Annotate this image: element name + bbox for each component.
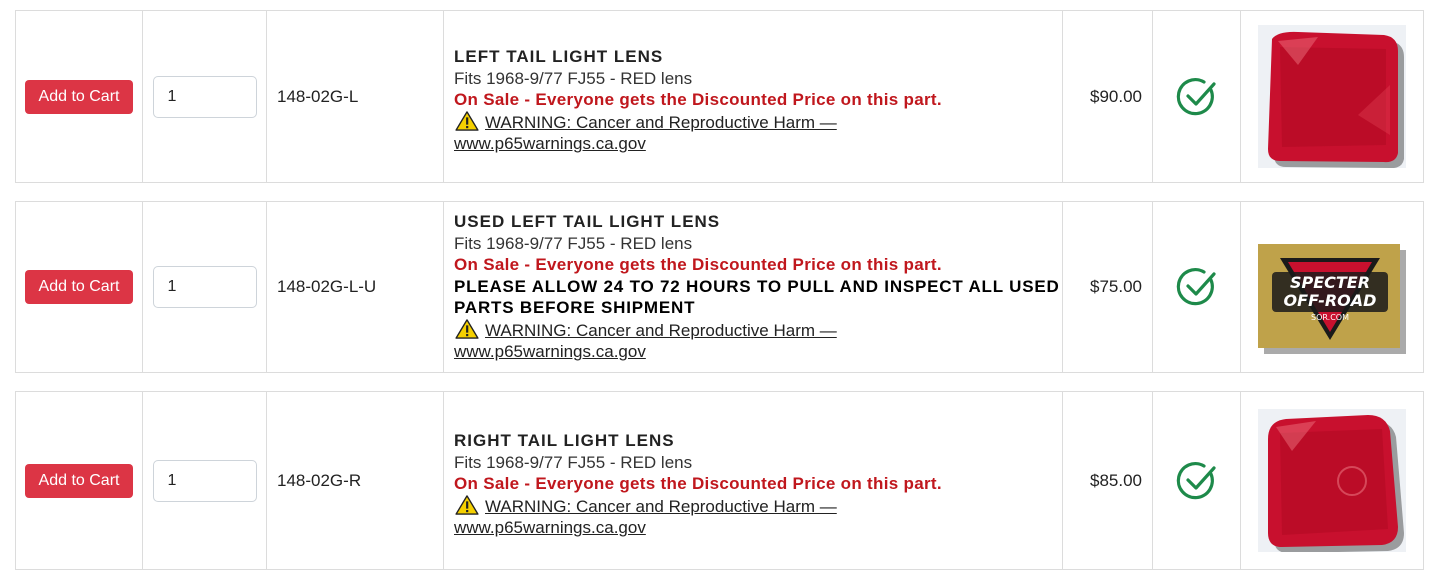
warning-icon bbox=[455, 110, 479, 131]
fitment-text: Fits 1968-9/77 FJ55 - RED lens bbox=[454, 233, 693, 253]
price: $90.00 bbox=[1090, 86, 1142, 106]
product-title: LEFT TAIL LIGHT LENS bbox=[454, 47, 664, 67]
warning-icon bbox=[455, 494, 479, 515]
image-cell bbox=[1241, 392, 1423, 569]
price-cell: $75.00 bbox=[1063, 202, 1153, 372]
sale-text: On Sale - Everyone gets the Discounted P… bbox=[454, 474, 942, 494]
used-parts-notice: PLEASE ALLOW 24 TO 72 HOURS TO PULL AND … bbox=[454, 276, 1060, 318]
part-number: 148-02G-R bbox=[277, 470, 362, 490]
product-image[interactable] bbox=[1258, 409, 1406, 552]
add-to-cart-button[interactable]: Add to Cart bbox=[25, 79, 133, 114]
add-cell: Add to Cart bbox=[16, 202, 143, 372]
sale-text: On Sale - Everyone gets the Discounted P… bbox=[454, 255, 942, 275]
add-cell: Add to Cart bbox=[16, 392, 143, 569]
add-cell: Add to Cart bbox=[16, 11, 143, 182]
warning-url: www.p65warnings.ca.gov bbox=[454, 518, 646, 538]
image-cell: SPECTER OFF-ROAD SOR.COM bbox=[1241, 202, 1423, 372]
check-circle-icon bbox=[1176, 77, 1216, 115]
stock-cell bbox=[1153, 202, 1241, 372]
description-cell: RIGHT TAIL LIGHT LENS Fits 1968-9/77 FJ5… bbox=[444, 392, 1063, 569]
product-image[interactable] bbox=[1258, 25, 1406, 168]
qty-cell bbox=[143, 392, 267, 569]
product-image-placeholder-logo[interactable]: SPECTER OFF-ROAD SOR.COM bbox=[1258, 215, 1406, 359]
product-title: USED LEFT TAIL LIGHT LENS bbox=[454, 212, 721, 232]
warning-text: WARNING: Cancer and Reproductive Harm — bbox=[485, 320, 837, 340]
check-circle-icon bbox=[1176, 268, 1216, 306]
part-number: 148-02G-L-U bbox=[277, 277, 377, 296]
image-cell bbox=[1241, 11, 1423, 182]
warning-icon bbox=[455, 318, 479, 339]
price: $85.00 bbox=[1090, 470, 1142, 490]
sale-text: On Sale - Everyone gets the Discounted P… bbox=[454, 90, 942, 110]
part-number: 148-02G-L bbox=[277, 86, 359, 106]
sku-cell: 148-02G-L bbox=[267, 11, 444, 182]
sku-cell: 148-02G-R bbox=[267, 392, 444, 569]
check-circle-icon bbox=[1176, 461, 1216, 499]
fitment-text: Fits 1968-9/77 FJ55 - RED lens bbox=[454, 452, 693, 472]
price: $75.00 bbox=[1090, 277, 1142, 296]
warning-url: www.p65warnings.ca.gov bbox=[454, 342, 646, 362]
qty-cell bbox=[143, 202, 267, 372]
add-to-cart-button[interactable]: Add to Cart bbox=[25, 270, 133, 304]
fitment-text: Fits 1968-9/77 FJ55 - RED lens bbox=[454, 68, 693, 88]
add-to-cart-button[interactable]: Add to Cart bbox=[25, 463, 133, 498]
stock-cell bbox=[1153, 392, 1241, 569]
sku-cell: 148-02G-L-U bbox=[267, 202, 444, 372]
description-cell: USED LEFT TAIL LIGHT LENS Fits 1968-9/77… bbox=[444, 202, 1063, 372]
product-title: RIGHT TAIL LIGHT LENS bbox=[454, 431, 675, 451]
quantity-input[interactable] bbox=[152, 266, 257, 308]
price-cell: $90.00 bbox=[1063, 11, 1153, 182]
logo-text-offroad: OFF-ROAD bbox=[1284, 291, 1377, 310]
product-row: Add to Cart 148-02G-L LEFT TAIL LIGHT LE… bbox=[15, 10, 1424, 183]
warning-text: WARNING: Cancer and Reproductive Harm — bbox=[485, 112, 837, 132]
logo-text-specter: SPECTER bbox=[1290, 273, 1370, 292]
qty-cell bbox=[143, 11, 267, 182]
warning-text: WARNING: Cancer and Reproductive Harm — bbox=[485, 496, 837, 516]
prop65-warning-link[interactable]: WARNING: Cancer and Reproductive Harm — w… bbox=[454, 318, 1062, 363]
product-row: Add to Cart 148-02G-L-U USED LEFT TAIL L… bbox=[15, 201, 1424, 373]
stock-cell bbox=[1153, 11, 1241, 182]
product-row: Add to Cart 148-02G-R RIGHT TAIL LIGHT L… bbox=[15, 391, 1424, 570]
prop65-warning-link[interactable]: WARNING: Cancer and Reproductive Harm — w… bbox=[454, 494, 942, 539]
quantity-input[interactable] bbox=[152, 75, 257, 118]
logo-text-site: SOR.COM bbox=[1311, 313, 1349, 322]
warning-url: www.p65warnings.ca.gov bbox=[454, 134, 646, 154]
prop65-warning-link[interactable]: WARNING: Cancer and Reproductive Harm — w… bbox=[454, 110, 942, 155]
description-cell: LEFT TAIL LIGHT LENS Fits 1968-9/77 FJ55… bbox=[444, 11, 1063, 182]
quantity-input[interactable] bbox=[152, 459, 257, 502]
price-cell: $85.00 bbox=[1063, 392, 1153, 569]
